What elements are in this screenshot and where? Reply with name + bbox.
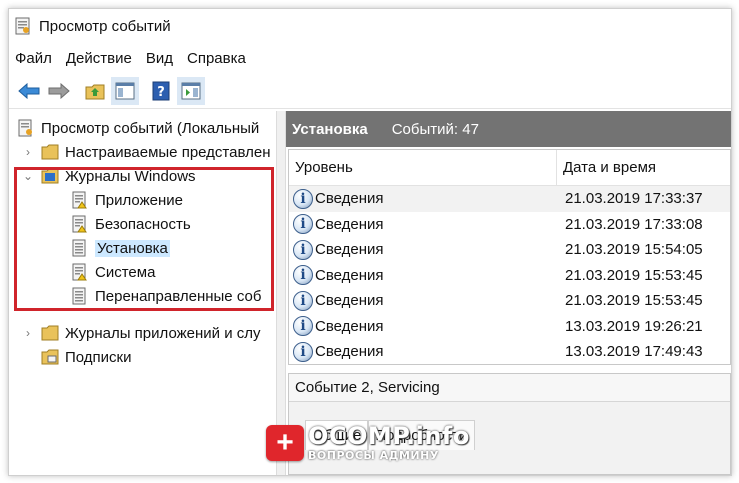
info-icon: i <box>293 341 313 362</box>
back-arrow-icon <box>18 82 40 99</box>
subscriptions-icon <box>41 349 59 365</box>
results-header: Установка Событий: 47 <box>286 111 731 147</box>
event-level-text: Сведения <box>315 317 384 335</box>
watermark-badge: + <box>266 424 304 461</box>
watermark-text: OCOMP.info ВОПРОСЫ АДМИНУ <box>308 424 470 461</box>
event-level-cell: i Сведения <box>289 214 557 235</box>
event-level-text: Сведения <box>315 343 384 361</box>
event-row[interactable]: i Сведения 21.03.2019 15:53:45 <box>289 263 730 289</box>
forward-arrow-icon <box>48 82 70 99</box>
info-icon: i <box>293 239 313 260</box>
tree-item-subscriptions[interactable]: Подписки <box>41 345 132 369</box>
event-rows: i Сведения 21.03.2019 17:33:37 i Сведения 21.… <box>289 186 730 365</box>
event-row[interactable]: i Сведения 21.03.2019 15:53:45 <box>289 288 730 314</box>
event-row[interactable]: i Сведения 13.03.2019 17:49:43 <box>289 339 730 365</box>
watermark-sub: ВОПРОСЫ АДМИНУ <box>308 449 439 462</box>
event-level-text: Сведения <box>315 292 384 310</box>
toolbar: ? <box>9 73 731 109</box>
column-datetime[interactable]: Дата и время <box>557 150 656 185</box>
table-header: Уровень Дата и время <box>289 150 730 186</box>
event-datetime-cell: 21.03.2019 17:33:08 <box>565 215 703 233</box>
event-datetime-cell: 13.03.2019 17:49:43 <box>565 343 703 361</box>
event-datetime-cell: 21.03.2019 15:53:45 <box>565 292 703 310</box>
window-title: Просмотр событий <box>39 17 171 35</box>
up-folder-button[interactable] <box>81 77 109 105</box>
pane-splitter[interactable] <box>276 111 286 475</box>
forward-button[interactable] <box>45 77 73 105</box>
event-level-cell: i Сведения <box>289 239 557 260</box>
show-hide-tree-button[interactable] <box>111 76 139 105</box>
event-datetime-cell: 13.03.2019 19:26:21 <box>565 317 703 335</box>
tree-label: Просмотр событий (Локальный <box>41 119 260 137</box>
event-level-text: Сведения <box>315 190 384 208</box>
event-row[interactable]: i Сведения 21.03.2019 17:33:37 <box>289 186 730 212</box>
event-datetime-cell: 21.03.2019 17:33:37 <box>565 190 703 208</box>
folder-icon <box>41 144 59 160</box>
menu-help[interactable]: Справка <box>187 50 246 67</box>
action-pane-button[interactable] <box>177 76 205 105</box>
tree-item-app-service-logs[interactable]: › Журналы приложений и слу <box>21 321 261 345</box>
info-icon: i <box>293 188 313 209</box>
info-icon: i <box>293 265 313 286</box>
event-row[interactable]: i Сведения 21.03.2019 15:54:05 <box>289 237 730 263</box>
menu-action[interactable]: Действие <box>66 50 132 67</box>
menu-bar: Файл Действие Вид Справка <box>9 45 731 71</box>
info-icon: i <box>293 290 313 311</box>
info-icon: i <box>293 214 313 235</box>
tree-item-custom-views[interactable]: › Настраиваемые представлен <box>21 140 270 164</box>
title-bar: Просмотр событий <box>9 9 731 43</box>
event-level-text: Сведения <box>315 215 384 233</box>
folder-icon <box>41 325 59 341</box>
help-icon: ? <box>152 81 170 100</box>
event-viewer-window: Просмотр событий Файл Действие Вид Справ… <box>8 8 732 476</box>
tree-label: Подписки <box>65 348 132 366</box>
help-button[interactable]: ? <box>147 77 175 105</box>
column-level[interactable]: Уровень <box>289 150 557 185</box>
event-viewer-app-icon <box>15 17 30 35</box>
svg-text:?: ? <box>157 85 165 100</box>
event-level-cell: i Сведения <box>289 290 557 311</box>
event-row[interactable]: i Сведения 13.03.2019 19:26:21 <box>289 314 730 340</box>
watermark-main: OCOMP.info <box>308 422 470 450</box>
event-row[interactable]: i Сведения 21.03.2019 17:33:08 <box>289 212 730 238</box>
event-level-cell: i Сведения <box>289 265 557 286</box>
show-hide-tree-icon <box>115 82 135 99</box>
event-viewer-icon <box>18 119 32 137</box>
event-datetime-cell: 21.03.2019 15:54:05 <box>565 241 703 259</box>
event-level-text: Сведения <box>315 266 384 284</box>
folder-up-icon <box>85 84 105 99</box>
log-name: Установка <box>292 120 368 138</box>
tree-item-root[interactable]: Просмотр событий (Локальный <box>17 116 259 140</box>
back-button[interactable] <box>15 77 43 105</box>
event-level-cell: i Сведения <box>289 188 557 209</box>
watermark: + OCOMP.info ВОПРОСЫ АДМИНУ <box>266 424 470 461</box>
tree-label: Журналы приложений и слу <box>65 324 261 342</box>
chevron-right-icon[interactable]: › <box>21 145 35 159</box>
event-level-text: Сведения <box>315 241 384 259</box>
menu-view[interactable]: Вид <box>146 50 173 67</box>
highlight-box <box>14 167 274 311</box>
event-detail-title: Событие 2, Servicing <box>289 374 730 402</box>
tree-label: Настраиваемые представлен <box>65 143 271 161</box>
events-table: Уровень Дата и время i Сведения 21.03.2019… <box>288 149 731 365</box>
event-count: Событий: 47 <box>391 120 479 138</box>
results-pane: Установка Событий: 47 Уровень Дата и вре… <box>286 111 731 475</box>
event-level-cell: i Сведения <box>289 316 557 337</box>
info-icon: i <box>293 316 313 337</box>
menu-file[interactable]: Файл <box>15 50 52 67</box>
event-level-cell: i Сведения <box>289 341 557 362</box>
chevron-right-icon[interactable]: › <box>21 326 35 340</box>
action-pane-icon <box>181 82 201 99</box>
event-datetime-cell: 21.03.2019 15:53:45 <box>565 266 703 284</box>
